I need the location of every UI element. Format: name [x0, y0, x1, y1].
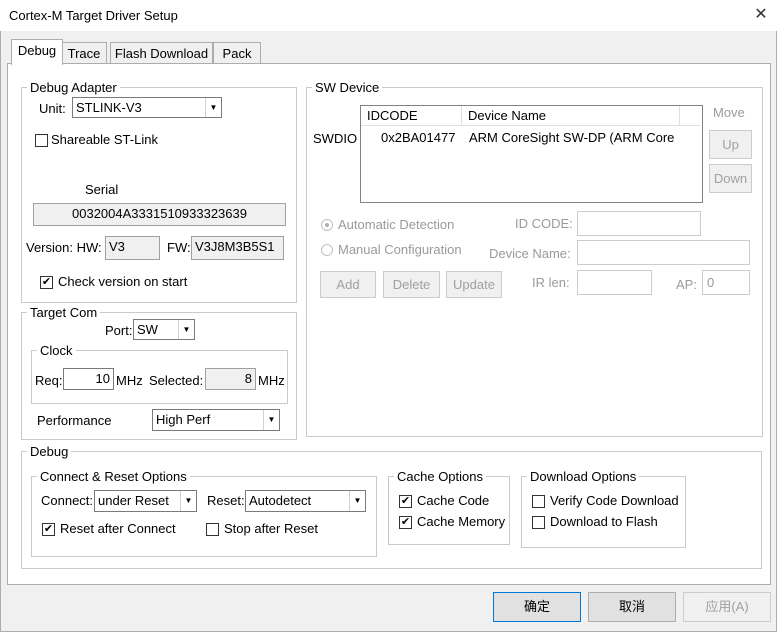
sw-device-label: SW Device [312, 80, 383, 95]
delete-button[interactable]: Delete [383, 271, 440, 298]
reset-select[interactable]: Autodetect ▼ [245, 490, 366, 512]
window-title: Cortex-M Target Driver Setup [9, 8, 178, 23]
device-table[interactable]: IDCODE Device Name 0x2BA01477 ARM CoreSi… [360, 105, 703, 203]
cache-memory-label: Cache Memory [417, 514, 506, 529]
performance-value: High Perf [156, 412, 211, 427]
chevron-down-icon: ▼ [263, 410, 279, 430]
move-down-button[interactable]: Down [709, 164, 752, 193]
port-select[interactable]: SW ▼ [133, 319, 195, 340]
unit-select[interactable]: STLINK-V3 ▼ [72, 97, 222, 118]
id-code-label: ID CODE: [515, 216, 573, 231]
chevron-down-icon: ▼ [178, 320, 194, 339]
check-version-checkbox[interactable]: ✔ [40, 276, 53, 289]
debug-adapter-label: Debug Adapter [27, 80, 120, 95]
ok-button[interactable]: 确定 [493, 592, 581, 622]
swdio-label: SWDIO [313, 131, 358, 146]
mhz-label-selected: MHz [258, 373, 285, 388]
check-version-label: Check version on start [58, 274, 188, 289]
selected-label: Selected: [149, 373, 204, 388]
hw-field: V3 [105, 236, 160, 260]
tab-pack[interactable]: Pack [213, 42, 261, 64]
move-label: Move [713, 105, 745, 120]
reset-label: Reset: [207, 493, 245, 508]
unit-label: Unit: [39, 101, 66, 116]
debug-group-label: Debug [27, 444, 72, 459]
cancel-button[interactable]: 取消 [588, 592, 676, 622]
port-value: SW [137, 322, 158, 337]
target-com-label: Target Com [27, 305, 101, 320]
move-up-button[interactable]: Up [709, 130, 752, 159]
checkmark-icon: ✔ [400, 516, 411, 528]
chevron-down-icon: ▼ [349, 491, 365, 511]
download-flash-checkbox[interactable] [532, 516, 545, 529]
download-options-group [521, 476, 686, 548]
clock-label: Clock [37, 343, 76, 358]
port-label: Port: [105, 323, 133, 338]
checkmark-icon: ✔ [400, 495, 411, 507]
req-input[interactable]: 10 [63, 368, 114, 390]
row-device-name[interactable]: ARM CoreSight SW-DP (ARM Core [469, 130, 674, 145]
device-name-input[interactable] [577, 240, 750, 265]
chevron-down-icon: ▼ [180, 491, 196, 511]
performance-label: Performance [37, 413, 112, 428]
stop-after-reset-label: Stop after Reset [224, 521, 318, 536]
performance-select[interactable]: High Perf ▼ [152, 409, 280, 431]
fw-field: V3J8M3B5S1 [191, 236, 284, 260]
ir-len-label: IR len: [532, 275, 570, 290]
cache-code-label: Cache Code [417, 493, 490, 508]
col-extra [680, 106, 700, 126]
checkmark-icon: ✔ [41, 276, 52, 288]
tab-trace[interactable]: Trace [61, 42, 107, 64]
shareable-checkbox[interactable] [35, 134, 48, 147]
row-idcode[interactable]: 0x2BA01477 [381, 130, 455, 145]
auto-detect-label: Automatic Detection [338, 217, 455, 232]
col-device-name[interactable]: Device Name [462, 106, 680, 126]
stop-after-reset-checkbox[interactable] [206, 523, 219, 536]
tab-debug[interactable]: Debug [11, 39, 63, 65]
mhz-label-req: MHz [116, 373, 143, 388]
debug-adapter-group [21, 87, 297, 303]
manual-config-label: Manual Configuration [338, 242, 462, 257]
cache-options-group [388, 476, 510, 545]
ap-input[interactable]: 0 [702, 270, 750, 295]
serial-field: 0032004A3331510933323639 [33, 203, 286, 226]
manual-config-radio[interactable] [321, 244, 333, 256]
reset-after-connect-label: Reset after Connect [60, 521, 176, 536]
shareable-label: Shareable ST-Link [51, 132, 158, 147]
close-icon[interactable]: ✕ [752, 6, 770, 24]
fw-label: FW: [167, 240, 191, 255]
connect-select[interactable]: under Reset ▼ [94, 490, 197, 512]
selected-field: 8 [205, 368, 256, 390]
ap-label: AP: [676, 277, 697, 292]
connect-reset-group [31, 476, 377, 557]
checkmark-icon: ✔ [43, 523, 54, 535]
cache-memory-checkbox[interactable]: ✔ [399, 516, 412, 529]
device-name-label: Device Name: [489, 246, 571, 261]
col-idcode[interactable]: IDCODE [361, 106, 462, 126]
download-options-label: Download Options [527, 469, 640, 484]
reset-value: Autodetect [249, 493, 312, 508]
chevron-down-icon: ▼ [205, 98, 221, 117]
auto-detect-radio[interactable] [321, 219, 333, 231]
verify-code-checkbox[interactable] [532, 495, 545, 508]
serial-label: Serial [85, 182, 119, 197]
cache-code-checkbox[interactable]: ✔ [399, 495, 412, 508]
update-button[interactable]: Update [446, 271, 502, 298]
reset-after-connect-checkbox[interactable]: ✔ [42, 523, 55, 536]
apply-button[interactable]: 应用(A) [683, 592, 771, 622]
add-button[interactable]: Add [320, 271, 376, 298]
download-flash-label: Download to Flash [550, 514, 658, 529]
ir-len-input[interactable] [577, 270, 652, 295]
tab-flash-download[interactable]: Flash Download [110, 42, 213, 64]
connect-reset-label: Connect & Reset Options [37, 469, 190, 484]
cache-options-label: Cache Options [394, 469, 486, 484]
verify-code-label: Verify Code Download [550, 493, 679, 508]
id-code-input[interactable] [577, 211, 701, 236]
req-label: Req: [35, 373, 63, 388]
version-hw-label: Version: HW: [26, 240, 102, 255]
connect-value: under Reset [98, 493, 169, 508]
unit-value: STLINK-V3 [76, 100, 142, 115]
connect-label: Connect: [41, 493, 94, 508]
